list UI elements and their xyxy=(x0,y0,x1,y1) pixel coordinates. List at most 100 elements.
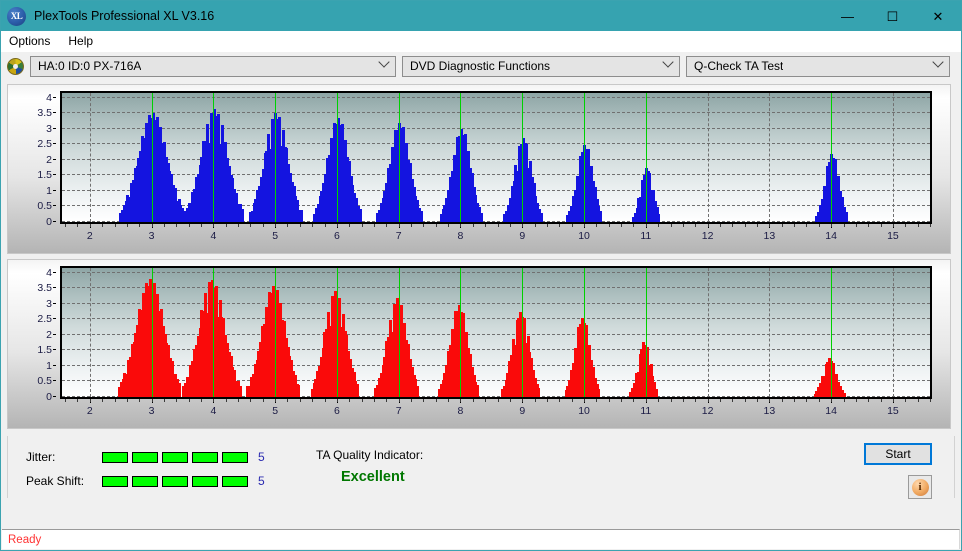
x-axis-minor-tick xyxy=(905,224,907,227)
x-axis-minor-tick xyxy=(126,224,128,227)
peak-shift-chart-plot xyxy=(60,266,932,399)
grid-line-horizontal xyxy=(62,318,930,320)
x-axis-minor-tick xyxy=(719,224,721,227)
x-axis-label: 8 xyxy=(457,405,464,417)
xl-logo-icon: XL xyxy=(7,6,26,26)
y-axis-label: 3 xyxy=(46,297,52,310)
x-axis-label: 3 xyxy=(148,230,155,242)
x-axis-minor-tick xyxy=(794,399,796,402)
x-axis-minor-tick xyxy=(77,399,79,402)
x-axis-minor-tick xyxy=(584,224,586,227)
info-button[interactable]: i xyxy=(908,475,932,499)
x-axis-minor-tick xyxy=(336,224,338,227)
menu-item-help[interactable]: Help xyxy=(68,34,93,48)
x-axis-minor-tick xyxy=(386,224,388,227)
x-axis-minor-tick xyxy=(373,399,375,402)
x-axis-minor-tick xyxy=(818,399,820,402)
function-selector[interactable]: DVD Diagnostic Functions xyxy=(402,55,680,77)
jitter-value: 5 xyxy=(258,450,265,464)
y-axis-tick xyxy=(53,127,56,129)
x-axis-label: 8 xyxy=(457,230,464,242)
x-axis-minor-tick xyxy=(757,224,759,227)
y-axis-tick xyxy=(53,380,56,382)
x-axis-label: 15 xyxy=(887,230,899,242)
x-axis-label: 5 xyxy=(272,405,279,417)
x-axis-minor-tick xyxy=(472,224,474,227)
x-axis-label: 5 xyxy=(272,230,279,242)
y-axis-tick xyxy=(53,318,56,320)
x-axis-minor-tick xyxy=(361,399,363,402)
grid-line-vertical xyxy=(892,268,894,397)
x-axis-label: 12 xyxy=(701,230,714,242)
x-axis-minor-tick xyxy=(608,399,610,402)
x-axis-minor-tick xyxy=(213,399,215,402)
marker-line xyxy=(213,93,215,222)
x-axis-label: 2 xyxy=(86,230,93,242)
x-axis-minor-tick xyxy=(707,224,709,227)
y-axis-label: 0 xyxy=(46,216,52,228)
marker-line xyxy=(151,93,153,222)
y-axis-tick xyxy=(53,349,56,351)
marker-line xyxy=(831,268,833,397)
x-axis-minor-tick xyxy=(201,224,202,227)
status-bar: Ready xyxy=(2,529,960,549)
x-axis-minor-tick xyxy=(89,224,91,227)
meter-block xyxy=(132,451,158,463)
x-axis-minor-tick xyxy=(497,224,499,227)
x-axis-minor-tick xyxy=(411,224,413,227)
grid-line-vertical xyxy=(769,93,771,222)
y-axis-tick xyxy=(53,287,56,289)
x-axis-minor-tick xyxy=(843,224,845,227)
y-axis-tick xyxy=(53,271,56,273)
chart-bar xyxy=(356,383,360,397)
chart-bar xyxy=(597,389,601,397)
chart-bar xyxy=(238,385,242,397)
x-axis-label: 15 xyxy=(887,405,899,417)
start-button[interactable]: Start xyxy=(864,443,932,465)
x-axis-minor-tick xyxy=(102,224,104,227)
x-axis-minor-tick xyxy=(460,224,462,227)
x-axis-label: 2 xyxy=(86,405,93,417)
x-axis-minor-tick xyxy=(77,224,79,227)
x-axis-minor-tick xyxy=(732,399,734,402)
x-axis-label: 12 xyxy=(701,405,714,417)
x-axis-minor-tick xyxy=(670,224,672,227)
chart-bar xyxy=(299,209,303,222)
disc-icon xyxy=(7,57,24,75)
chart-bar xyxy=(655,388,658,397)
x-axis-minor-tick xyxy=(114,399,116,402)
x-axis-minor-tick xyxy=(472,399,474,402)
test-selector[interactable]: Q-Check TA Test xyxy=(686,55,950,77)
x-axis-minor-tick xyxy=(299,399,301,402)
x-axis-minor-tick xyxy=(89,399,91,402)
close-icon[interactable]: ✕ xyxy=(915,1,961,31)
chart-bar xyxy=(178,382,182,397)
menu-item-options[interactable]: Options xyxy=(9,34,50,48)
y-axis-label: 1.5 xyxy=(37,169,52,182)
x-axis-minor-tick xyxy=(361,224,363,227)
x-axis-label: 7 xyxy=(395,230,402,242)
x-axis-label: 11 xyxy=(640,405,652,417)
x-axis-minor-tick xyxy=(324,399,326,402)
x-axis-label: 7 xyxy=(395,405,402,417)
x-axis-minor-tick xyxy=(855,399,857,402)
marker-line xyxy=(645,93,647,222)
y-axis-label: 3 xyxy=(46,122,52,135)
jitter-meter-row: Jitter: 5 xyxy=(26,450,265,464)
x-axis-minor-tick xyxy=(312,399,314,402)
meter-block xyxy=(222,475,248,487)
y-axis-tick xyxy=(53,112,56,114)
y-axis-label: 2.5 xyxy=(37,138,52,151)
y-axis-tick xyxy=(53,96,56,98)
results-panel: Jitter: 5 Peak Shift: 5 TA Quality Indic… xyxy=(7,436,955,499)
ta-quality-label: TA Quality Indicator: xyxy=(316,448,424,462)
minimize-icon[interactable]: — xyxy=(825,1,870,31)
x-axis-minor-tick xyxy=(139,224,141,227)
drive-selector[interactable]: HA:0 ID:0 PX-716A xyxy=(30,55,396,77)
x-axis-label: 6 xyxy=(333,405,340,417)
x-axis-label: 9 xyxy=(519,230,526,242)
x-axis-minor-tick xyxy=(287,399,289,402)
x-axis-minor-tick xyxy=(139,399,141,402)
marker-line xyxy=(398,93,400,222)
maximize-icon[interactable]: ☐ xyxy=(870,1,915,31)
